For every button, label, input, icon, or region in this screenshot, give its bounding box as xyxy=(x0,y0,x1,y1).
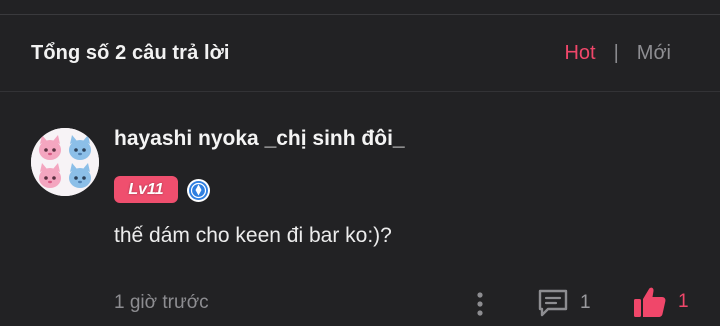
header-divider xyxy=(0,91,720,92)
sort-toggle: Hot | Mới xyxy=(564,42,671,65)
sort-new-tab[interactable]: Mới xyxy=(637,42,671,65)
replies-header: Tổng số 2 câu trả lời Hot | Mới xyxy=(0,15,720,91)
thumbs-up-icon xyxy=(634,287,666,317)
reply-button[interactable]: 1 xyxy=(536,287,591,319)
kitten-sticker-avatar-icon xyxy=(31,128,99,196)
replies-count-title: Tổng số 2 câu trả lời xyxy=(31,41,230,64)
like-button[interactable]: 1 xyxy=(632,284,689,320)
sort-separator: | xyxy=(613,41,619,64)
timestamp: 1 giờ trước xyxy=(114,292,209,313)
like-count: 1 xyxy=(678,291,689,312)
avatar[interactable] xyxy=(31,128,99,196)
username[interactable]: hayashi nyoka _chị sinh đôi_ xyxy=(114,127,405,151)
level-badge: Lv11 xyxy=(114,176,178,203)
comment-icon xyxy=(538,289,568,317)
verified-badge-icon xyxy=(187,179,210,202)
more-options-icon[interactable] xyxy=(470,289,490,319)
comment-text: thế dám cho keen đi bar ko:)? xyxy=(114,224,392,247)
level-label: Lv11 xyxy=(128,180,164,198)
reply-count: 1 xyxy=(580,292,591,313)
sort-hot-tab[interactable]: Hot xyxy=(564,42,595,65)
